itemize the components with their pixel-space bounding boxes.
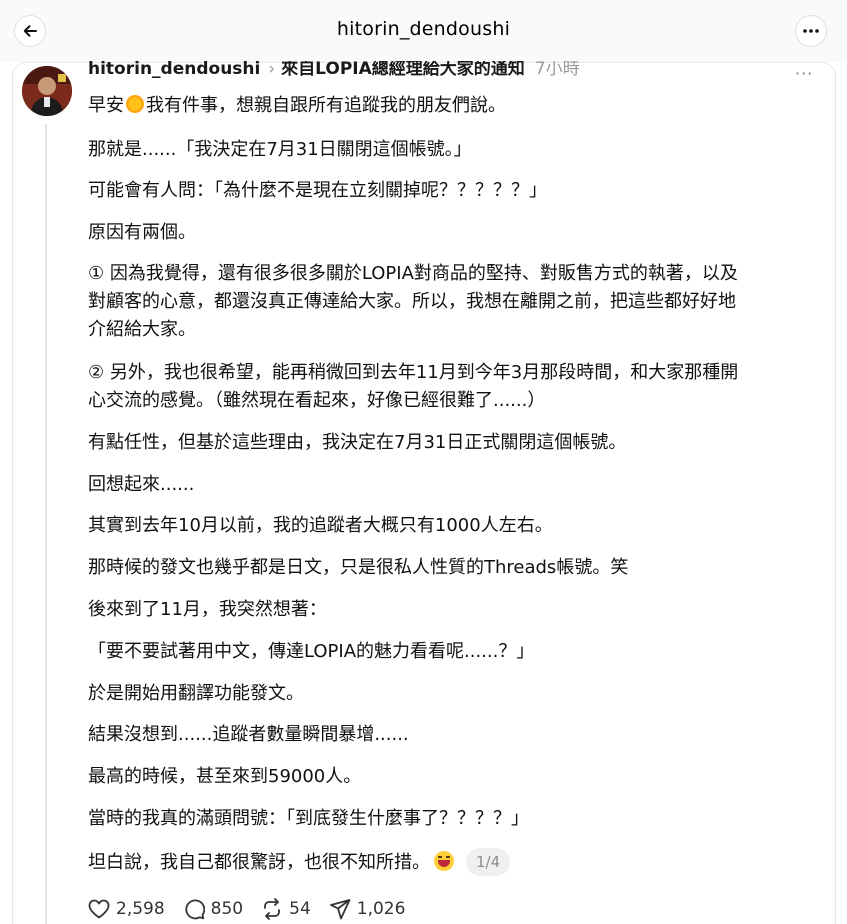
post-line: 於是開始用翻譯功能發文。	[88, 683, 304, 704]
post-line: 原因有兩個。	[88, 222, 196, 243]
post-line: 「要不要試著用中文，傳達LOPIA的魅力看看呢......？」	[88, 641, 535, 662]
post-line: 坦白說，我自己都很驚訝，也很不知所措。 1/4	[88, 846, 511, 879]
post-line: 介紹給大家。	[88, 319, 196, 340]
chevron-right-icon: ›	[268, 61, 276, 79]
comment-count: 850	[210, 899, 244, 919]
share-count: 1,026	[356, 899, 406, 919]
repost-icon	[264, 898, 281, 920]
share-button[interactable]: 1,026	[329, 898, 406, 920]
more-options-button[interactable]	[795, 15, 827, 47]
post-header: hitorin_dendoushi › 來自LOPIA總經理給大家的通知 7小時	[88, 61, 580, 85]
post-line: 其實到去年10月以前，我的追蹤者大概只有1000人左右。	[88, 515, 553, 536]
page-title: hitorin_dendoushi	[336, 18, 511, 40]
post-line: 那就是......「我決定在7月31日關閉這個帳號。」	[88, 139, 472, 160]
post-line: 後來到了11月，我突然想著：	[88, 599, 327, 620]
post-line: 可能會有人問：「為什麼不是現在立刻關掉呢？？？？？」	[88, 180, 547, 201]
page-indicator[interactable]: 1/4	[466, 848, 511, 876]
post-line: 回想起來......	[88, 474, 195, 495]
comment-button[interactable]: 850	[183, 898, 243, 920]
post-more-icon[interactable]: ···	[795, 66, 813, 82]
ellipsis-icon	[803, 29, 819, 33]
repost-button[interactable]: 54	[261, 898, 311, 920]
post-line: 最高的時候，甚至來到59000人。	[88, 766, 362, 787]
comment-icon	[185, 899, 205, 920]
post-username[interactable]: hitorin_dendoushi	[88, 61, 260, 79]
like-count: 2,598	[116, 899, 165, 919]
post-topic[interactable]: 來自LOPIA總經理給大家的通知	[281, 61, 525, 79]
repost-count: 54	[289, 899, 311, 919]
avatar[interactable]	[22, 66, 72, 116]
heart-icon	[88, 899, 110, 919]
thread-line	[45, 124, 47, 924]
laughing-emoji-icon	[434, 851, 454, 871]
post-line: 結果沒想到......追蹤者數量瞬間暴增......	[88, 724, 409, 745]
post-line: 心交流的感覺。（雖然現在看起來，好像已經很難了......）	[88, 390, 546, 411]
action-bar: 2,598 850 54 1,026	[88, 894, 423, 924]
top-bar: hitorin_dendoushi	[0, 0, 847, 62]
send-icon	[329, 899, 351, 920]
avatar-image	[22, 66, 72, 116]
post-line: 當時的我真的滿頭問號：「到底發生什麼事了？？？？」	[88, 808, 529, 829]
post-line: 那時候的發文也幾乎都是日文，只是很私人性質的Threads帳號。笑	[88, 557, 629, 578]
sun-emoji-icon	[126, 95, 144, 113]
post-time: 7小時	[534, 61, 580, 79]
post-line: 有點任性，但基於這些理由，我決定在7月31日正式關閉這個帳號。	[88, 432, 627, 453]
post-line: 早安 我有件事，想親自跟所有追蹤我的朋友們說。	[88, 95, 506, 116]
like-button[interactable]: 2,598	[88, 899, 165, 919]
